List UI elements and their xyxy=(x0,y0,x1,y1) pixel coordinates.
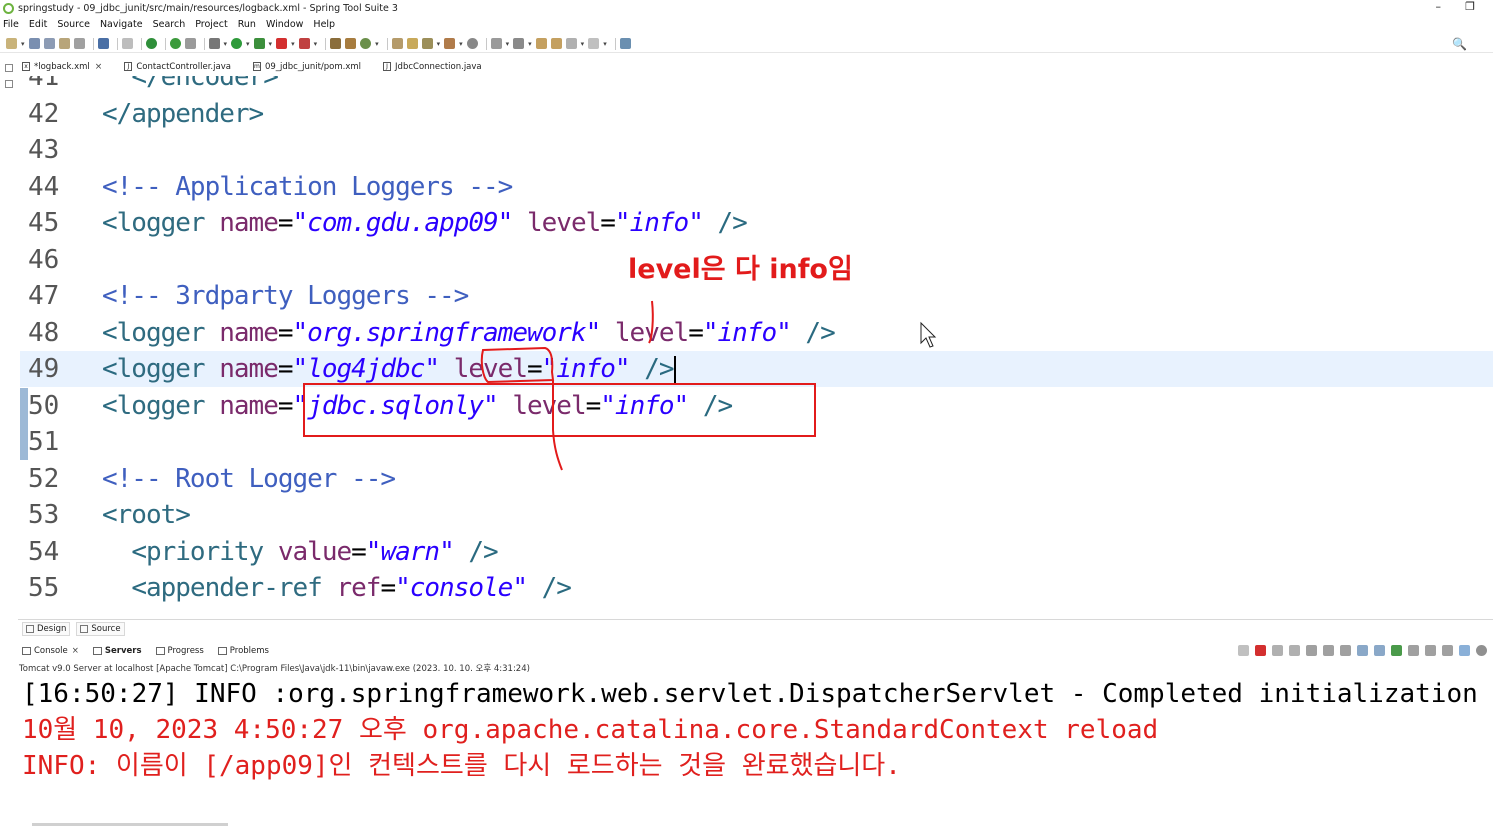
show-stderr-icon[interactable] xyxy=(1374,645,1385,656)
tab-label: Progress xyxy=(167,646,204,656)
progress-icon xyxy=(155,647,165,655)
console-line: 10월 10, 2023 4:50:27 오후 org.apache.catal… xyxy=(22,715,1159,745)
maximize-view-icon[interactable] xyxy=(1459,645,1470,656)
remove-launch-icon[interactable] xyxy=(1272,645,1283,656)
console-icon xyxy=(22,647,31,655)
tab-label: Problems xyxy=(229,646,269,656)
servers-icon xyxy=(92,647,102,655)
annotation-drop-line xyxy=(552,380,563,471)
open-console-icon[interactable] xyxy=(1425,645,1436,656)
terminate-icon[interactable] xyxy=(1255,645,1266,656)
console-line: INFO: 이름이 [/app09]인 컨텍스트를 다시 로드하는 것을 완료했… xyxy=(22,751,901,781)
console-line: [16:50:27] INFO :org.springframework.web… xyxy=(22,679,1478,709)
annotation-box xyxy=(303,383,816,437)
annotation-level-circle xyxy=(480,346,555,384)
tab-design[interactable]: Design xyxy=(22,621,71,636)
clear-console-icon[interactable] xyxy=(1306,645,1317,656)
remove-all-icon[interactable] xyxy=(1289,645,1300,656)
tab-label: Source xyxy=(91,623,121,634)
mouse-pointer-icon xyxy=(920,321,937,348)
show-stdout-icon[interactable] xyxy=(1357,645,1368,656)
tab-label: Design xyxy=(37,623,67,634)
tab-label: Console xyxy=(34,646,68,656)
console-toolbar xyxy=(1232,645,1487,656)
tab-label: Servers xyxy=(104,646,142,656)
close-icon[interactable]: × xyxy=(72,646,79,656)
console-process-info: Tomcat v9.0 Server at localhost [Apache … xyxy=(19,664,530,674)
problems-icon xyxy=(217,647,227,655)
tab-console[interactable]: Console × xyxy=(22,646,79,656)
word-wrap-icon[interactable] xyxy=(1340,645,1351,656)
tab-progress[interactable]: Progress xyxy=(155,646,204,656)
gear-icon[interactable] xyxy=(1476,645,1487,656)
display-console-icon[interactable] xyxy=(1408,645,1419,656)
tab-problems[interactable]: Problems xyxy=(217,646,269,656)
scroll-lock-icon[interactable] xyxy=(1323,645,1334,656)
minimize-view-icon[interactable] xyxy=(1442,645,1453,656)
console-output[interactable]: [16:50:27] INFO :org.springframework.web… xyxy=(20,674,1493,822)
annotation-bracket-line xyxy=(648,300,654,344)
source-icon xyxy=(80,624,89,633)
design-icon xyxy=(26,624,34,633)
tab-source[interactable]: Source xyxy=(76,621,125,636)
xml-editor-mode-tabs: Design Source xyxy=(18,619,1493,637)
relaunch-icon[interactable] xyxy=(1238,645,1249,656)
tab-servers[interactable]: Servers xyxy=(92,646,142,656)
pin-console-icon[interactable] xyxy=(1391,645,1402,656)
